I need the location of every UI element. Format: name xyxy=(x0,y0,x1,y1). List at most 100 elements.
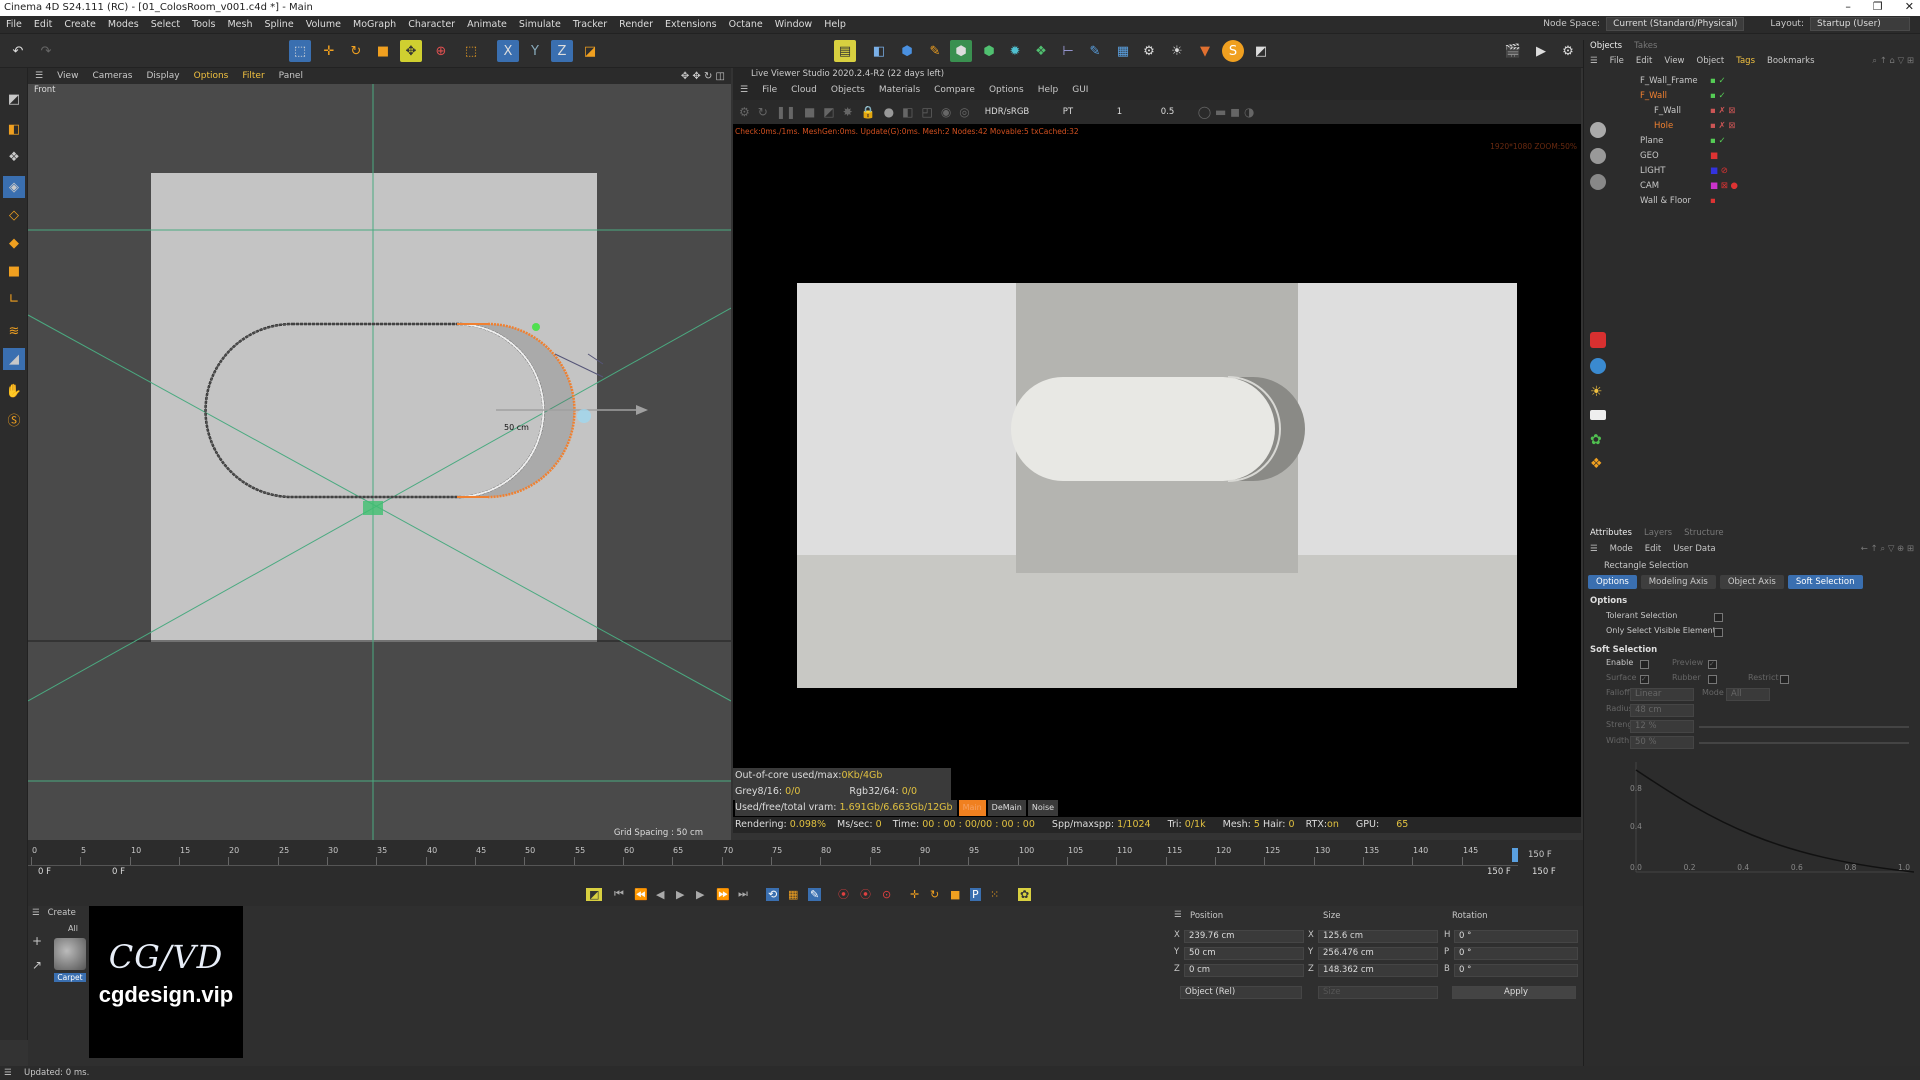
subtab-soft-selection[interactable]: Soft Selection xyxy=(1787,575,1863,589)
key-scale-icon[interactable]: ■ xyxy=(950,888,960,901)
object-row-light[interactable]: LIGHT ■ ⊘ xyxy=(1614,164,1919,179)
sculpt-icon[interactable]: ✋ xyxy=(3,380,25,402)
size-y-field[interactable]: 256.476 cm xyxy=(1318,947,1438,960)
falloff-curve-graph[interactable] xyxy=(1594,762,1914,878)
menu-octane[interactable]: Octane xyxy=(723,16,769,34)
sphere2-icon[interactable] xyxy=(1590,148,1606,164)
pos-x-field[interactable]: 239.76 cm xyxy=(1184,930,1304,943)
gear-green-icon[interactable]: ✿ xyxy=(1590,432,1602,448)
obj-menu-edit[interactable]: Edit xyxy=(1630,54,1658,68)
close-button[interactable]: ✕ xyxy=(1905,0,1914,13)
coord-hamburger-icon[interactable]: ☰ xyxy=(1174,910,1182,920)
viewport-menu-filter[interactable]: Filter xyxy=(235,68,271,84)
menu-window[interactable]: Window xyxy=(769,16,818,34)
minimize-button[interactable]: – xyxy=(1845,0,1851,13)
menu-simulate[interactable]: Simulate xyxy=(513,16,567,34)
material-filter-all[interactable]: All xyxy=(68,924,78,933)
object-row-geo[interactable]: GEO ■ xyxy=(1614,149,1919,164)
menu-tools[interactable]: Tools xyxy=(186,16,221,34)
lv-pick-icon[interactable]: ◉ xyxy=(941,105,951,119)
viewport-hamburger-icon[interactable]: ☰ xyxy=(28,68,50,84)
lv-menu-materials[interactable]: Materials xyxy=(872,80,927,100)
object-row-wall-floor[interactable]: Wall & Floor ▪ xyxy=(1614,194,1919,209)
viewport-menu-display[interactable]: Display xyxy=(139,68,186,84)
model-mode-icon[interactable]: ◧ xyxy=(3,118,25,140)
lv-restart-icon[interactable]: ↻ xyxy=(758,105,768,119)
go-end-icon[interactable]: ⏭ xyxy=(738,887,748,901)
size-x-field[interactable]: 125.6 cm xyxy=(1318,930,1438,943)
obj-menu-tags[interactable]: Tags xyxy=(1730,54,1761,68)
objects-hamburger-icon[interactable]: ☰ xyxy=(1590,56,1598,66)
lv-extra-icons[interactable]: ◯ ▬ ◼ ◑ xyxy=(1198,105,1255,119)
width-slider[interactable] xyxy=(1699,742,1909,744)
obj-menu-bookmarks[interactable]: Bookmarks xyxy=(1761,54,1821,68)
field-icon[interactable]: ❖ xyxy=(1030,40,1052,62)
lv-lock-icon[interactable]: 🔒 xyxy=(861,105,876,119)
next-key-icon[interactable]: ⏩ xyxy=(716,888,730,901)
floor-icon[interactable]: ▦ xyxy=(1112,40,1134,62)
strength-field[interactable]: 12 % xyxy=(1630,720,1694,733)
lv-menu-options[interactable]: Options xyxy=(982,80,1031,100)
mode-dropdown[interactable]: All xyxy=(1726,688,1770,701)
octane-render-icon[interactable]: ▼ xyxy=(1194,40,1216,62)
rubber-checkbox[interactable] xyxy=(1708,675,1717,684)
menu-create[interactable]: Create xyxy=(58,16,102,34)
lv-settings-icon[interactable]: ⚙ xyxy=(739,105,750,119)
attr-menu-edit[interactable]: Edit xyxy=(1639,542,1667,556)
motion-icon[interactable]: ✎ xyxy=(808,887,822,901)
menu-select[interactable]: Select xyxy=(145,16,186,34)
menu-volume[interactable]: Volume xyxy=(300,16,347,34)
tab-objects[interactable]: Objects xyxy=(1584,39,1628,53)
world-axis-icon[interactable]: ◪ xyxy=(579,40,601,62)
record-icon[interactable]: ⦿ xyxy=(838,886,849,902)
lv-sphere-icon[interactable]: ● xyxy=(884,105,894,119)
material-arrow-icon[interactable]: ↗ xyxy=(32,958,42,972)
material-menu-create[interactable]: Create xyxy=(48,908,76,918)
autokey-icon[interactable]: ⦿ xyxy=(860,886,871,902)
attr-nav-icons[interactable]: ← ↑ ⌕ ▽ ⊕ ⊞ xyxy=(1861,544,1914,554)
rot-p-field[interactable]: 0 ° xyxy=(1454,947,1578,960)
redo-icon[interactable]: ↷ xyxy=(35,40,57,62)
key-rotation-icon[interactable]: ↻ xyxy=(930,888,939,901)
point-mode-icon[interactable]: ◈ xyxy=(3,176,25,198)
sphere3-icon[interactable] xyxy=(1590,174,1606,190)
lv-menu-gui[interactable]: GUI xyxy=(1065,80,1095,100)
tab-attributes[interactable]: Attributes xyxy=(1584,526,1638,540)
subtab-options[interactable]: Options xyxy=(1588,575,1637,589)
polygon-mode-icon[interactable]: ◆ xyxy=(3,232,25,254)
lv-menu-cloud[interactable]: Cloud xyxy=(784,80,824,100)
object-row-f-wall-child[interactable]: F_Wall ▪ ✗ ⊠ xyxy=(1614,104,1919,119)
status-hamburger-icon[interactable]: ☰ xyxy=(4,1066,12,1080)
lv-menu-file[interactable]: File xyxy=(755,80,784,100)
script-icon[interactable]: ◩ xyxy=(1250,40,1272,62)
viewport-nav-icons[interactable]: ✥ ✥ ↻ ◫ xyxy=(681,71,725,82)
lv-menu-compare[interactable]: Compare xyxy=(927,80,982,100)
lv-hamburger-icon[interactable]: ☰ xyxy=(733,80,755,100)
deformer-icon[interactable]: ✹ xyxy=(1004,40,1026,62)
object-row-plane[interactable]: Plane ▪ ✓ xyxy=(1614,134,1919,149)
demain-button[interactable]: DeMain xyxy=(987,800,1026,816)
prev-frame-icon[interactable]: ◀ xyxy=(656,888,664,901)
end-frame-field[interactable]: 150 F xyxy=(1483,867,1523,880)
scene-icon[interactable]: ⊢ xyxy=(1057,40,1079,62)
render-settings-icon[interactable]: ⚙ xyxy=(1557,40,1579,62)
viewport-menu-options[interactable]: Options xyxy=(187,68,236,84)
live-viewer-render[interactable]: Check:0ms./1ms. MeshGen:0ms. Update(G):0… xyxy=(733,124,1581,829)
viewport-menu-cameras[interactable]: Cameras xyxy=(85,68,139,84)
select-model-icon[interactable]: ⬚ xyxy=(460,40,482,62)
keyframe-selection-icon[interactable]: ⊙ xyxy=(882,888,891,901)
coord-mode-dropdown[interactable]: Object (Rel) xyxy=(1180,986,1302,999)
area-light-icon[interactable] xyxy=(1590,410,1606,420)
menu-mesh[interactable]: Mesh xyxy=(221,16,258,34)
menu-modes[interactable]: Modes xyxy=(102,16,145,34)
snap-icon[interactable]: ✥ xyxy=(400,40,422,62)
end-frame-field-2[interactable]: 150 F xyxy=(1528,867,1568,880)
lv-focus-icon[interactable]: ✸ xyxy=(843,105,853,119)
restrict-checkbox[interactable] xyxy=(1780,675,1789,684)
rot-b-field[interactable]: 0 ° xyxy=(1454,964,1578,977)
lv-clay-icon[interactable]: ◧ xyxy=(902,105,913,119)
only-visible-checkbox[interactable] xyxy=(1714,628,1723,637)
obj-menu-view[interactable]: View xyxy=(1658,54,1690,68)
edge-mode-icon[interactable]: ◇ xyxy=(3,204,25,226)
menu-file[interactable]: File xyxy=(0,16,28,34)
